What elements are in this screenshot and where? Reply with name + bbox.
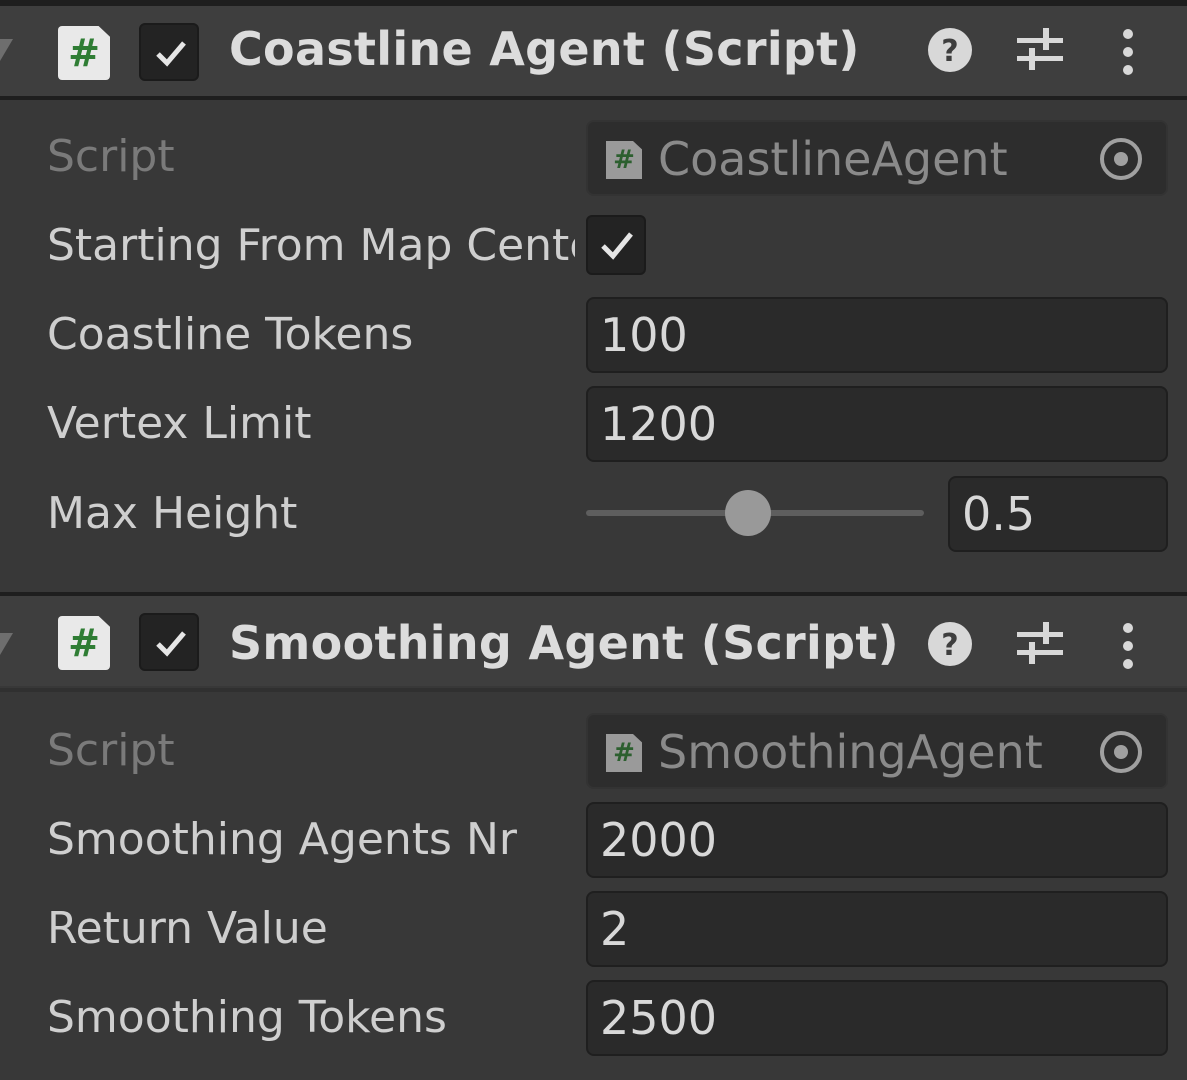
return-value-label: Return Value	[47, 903, 328, 954]
more-options-icon[interactable]	[1119, 622, 1137, 674]
checkmark-icon	[156, 41, 186, 67]
checkmark-icon	[601, 232, 633, 260]
csharp-script-icon: #	[58, 616, 110, 670]
coastline-tokens-input[interactable]: 100	[586, 297, 1168, 373]
max-height-label: Max Height	[47, 488, 298, 539]
object-picker-icon	[1100, 731, 1142, 773]
smoothing-agents-nr-input[interactable]: 2000	[586, 802, 1168, 878]
object-picker-button[interactable]	[1080, 715, 1166, 787]
csharp-script-icon: #	[606, 141, 642, 179]
csharp-script-icon: #	[58, 26, 110, 80]
starting-from-map-center-label: Starting From Map Center	[47, 220, 575, 271]
coastline-agent-header[interactable]: # Coastline Agent (Script) ?	[0, 6, 1187, 96]
script-label: Script	[47, 131, 175, 182]
component-enabled-checkbox[interactable]	[139, 613, 199, 671]
return-value-input[interactable]: 2	[586, 891, 1168, 967]
object-picker-icon	[1100, 138, 1142, 180]
checkmark-icon	[156, 631, 186, 657]
help-icon[interactable]: ?	[926, 620, 974, 672]
more-options-icon[interactable]	[1119, 28, 1137, 80]
vertex-limit-input[interactable]: 1200	[586, 386, 1168, 462]
vertex-limit-label: Vertex Limit	[47, 398, 312, 449]
script-object-field[interactable]: # CoastlineAgent	[586, 120, 1168, 196]
script-name: SmoothingAgent	[658, 725, 1043, 779]
starting-from-map-center-checkbox[interactable]	[586, 215, 646, 275]
smoothing-tokens-label: Smoothing Tokens	[47, 992, 447, 1043]
svg-text:?: ?	[941, 628, 958, 663]
help-icon[interactable]: ?	[926, 26, 974, 78]
header-divider	[0, 688, 1187, 692]
smoothing-tokens-input[interactable]: 2500	[586, 980, 1168, 1056]
max-height-input[interactable]: 0.5	[948, 476, 1168, 552]
smoothing-agents-nr-label: Smoothing Agents Nr	[47, 814, 517, 865]
presets-icon[interactable]	[1015, 620, 1065, 672]
script-name: CoastlineAgent	[658, 132, 1008, 186]
coastline-tokens-label: Coastline Tokens	[47, 309, 414, 360]
script-label: Script	[47, 725, 175, 776]
component-enabled-checkbox[interactable]	[139, 23, 199, 81]
component-title: Coastline Agent (Script)	[229, 22, 860, 76]
script-object-field[interactable]: # SmoothingAgent	[586, 713, 1168, 789]
foldout-arrow-icon[interactable]	[0, 39, 13, 61]
smoothing-agent-header[interactable]: # Smoothing Agent (Script) ?	[0, 596, 1187, 686]
presets-icon[interactable]	[1015, 26, 1065, 78]
component-title: Smoothing Agent (Script)	[229, 616, 899, 670]
foldout-arrow-icon[interactable]	[0, 633, 13, 655]
max-height-slider-thumb[interactable]	[725, 490, 772, 536]
csharp-script-icon: #	[606, 734, 642, 772]
object-picker-button[interactable]	[1080, 122, 1166, 194]
header-divider	[0, 96, 1187, 100]
svg-text:?: ?	[941, 34, 958, 69]
